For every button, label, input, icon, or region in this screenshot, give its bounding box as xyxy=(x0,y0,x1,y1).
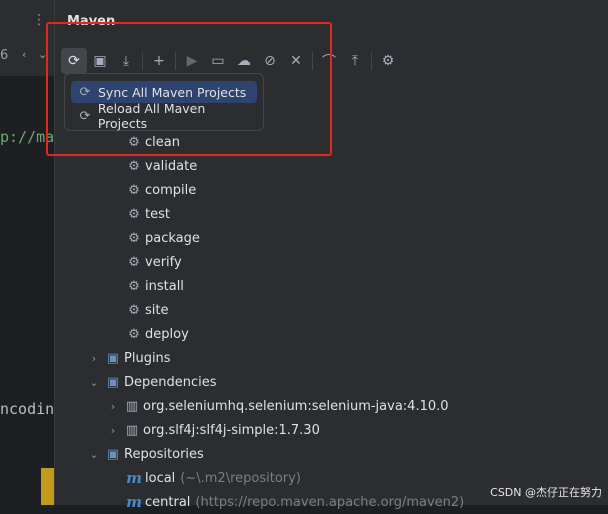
menu-item-label: Sync All Maven Projects xyxy=(98,84,247,100)
tree-item-install[interactable]: ⚙ install xyxy=(126,274,184,298)
chevron-down-icon[interactable]: ⌄ xyxy=(87,376,101,389)
tree-item-repository[interactable]: m local (~\.m2\repository) xyxy=(126,466,301,490)
tree-item-verify[interactable]: ⚙ verify xyxy=(126,250,182,274)
tree-item-label: verify xyxy=(145,254,182,270)
menu-item-sync-all[interactable]: ⟳ Sync All Maven Projects xyxy=(71,81,257,103)
gear-icon: ⚙ xyxy=(128,278,140,294)
watermark: CSDN @杰仔正在努力 xyxy=(490,486,602,499)
tree-item-label: Plugins xyxy=(124,350,171,366)
plugins-folder-icon: ▣ xyxy=(106,350,120,366)
tree-item-dependencies[interactable]: ⌄ ▣ Dependencies xyxy=(87,370,217,394)
maven-icon: m xyxy=(126,493,142,511)
gear-icon: ⚙ xyxy=(128,158,140,174)
tree-item-label: test xyxy=(145,206,170,222)
gear-icon: ⚙ xyxy=(128,326,140,342)
chevron-right-icon[interactable]: › xyxy=(87,352,101,365)
sync-popup-menu: ⟳ Sync All Maven Projects ⟳ Reload All M… xyxy=(64,73,264,131)
repositories-folder-icon: ▣ xyxy=(106,446,120,462)
tree-item-label: clean xyxy=(145,134,180,150)
editor-pane: ⋮ 6 ‹ ⌄ p://ma ncodin xyxy=(0,0,55,505)
repository-path: (https://repo.maven.apache.org/maven2) xyxy=(195,494,465,510)
tree-item-label: validate xyxy=(145,158,198,174)
tree-item-dependency[interactable]: › ▥ org.slf4j:slf4j-simple:1.7.30 xyxy=(106,418,320,442)
tree-item-validate[interactable]: ⚙ validate xyxy=(126,154,197,178)
editor-tab-bar: ⋮ 6 ‹ ⌄ xyxy=(0,0,55,76)
tree-item-test[interactable]: ⚙ test xyxy=(126,202,170,226)
tree-item-deploy[interactable]: ⚙ deploy xyxy=(126,322,189,346)
tree-item-label: install xyxy=(145,278,184,294)
reload-icon: ⟳ xyxy=(79,108,91,124)
code-text: ncodin xyxy=(0,400,55,418)
menu-item-label: Reload All Maven Projects xyxy=(97,101,206,131)
tree-item-label: central xyxy=(145,494,191,510)
tree-item-dependency[interactable]: › ▥ org.seleniumhq.selenium:selenium-jav… xyxy=(106,394,449,418)
tree-item-package[interactable]: ⚙ package xyxy=(126,226,200,250)
chevron-left-icon[interactable]: ‹ xyxy=(22,48,26,61)
gear-icon: ⚙ xyxy=(128,302,140,318)
chevron-down-icon[interactable]: ⌄ xyxy=(38,48,47,61)
menu-item-reload-all[interactable]: ⟳ Reload All Maven Projects xyxy=(71,101,257,131)
chevron-down-icon[interactable]: ⌄ xyxy=(87,448,101,461)
tree-item-repositories[interactable]: ⌄ ▣ Repositories xyxy=(87,442,204,466)
tree-item-label: Dependencies xyxy=(124,374,217,390)
more-options-icon[interactable]: ⋮ xyxy=(32,12,46,28)
gear-icon: ⚙ xyxy=(128,254,140,270)
gear-icon: ⚙ xyxy=(128,182,140,198)
library-icon: ▥ xyxy=(125,398,139,414)
maven-icon: m xyxy=(126,469,142,487)
gear-icon: ⚙ xyxy=(128,206,140,222)
repository-path: (~\.m2\repository) xyxy=(180,470,301,486)
sync-icon: ⟳ xyxy=(79,84,91,100)
tree-item-label: site xyxy=(145,302,169,318)
gutter-marker xyxy=(41,468,55,505)
tab-count: 6 xyxy=(0,48,9,63)
tree-item-label: org.slf4j:slf4j-simple:1.7.30 xyxy=(143,422,320,438)
tree-item-label: org.seleniumhq.selenium:selenium-java:4.… xyxy=(143,398,449,414)
dependencies-folder-icon: ▣ xyxy=(106,374,120,390)
tree-item-label: Repositories xyxy=(124,446,204,462)
tree-item-clean[interactable]: ⚙ clean xyxy=(126,130,180,154)
gear-icon: ⚙ xyxy=(128,134,140,150)
library-icon: ▥ xyxy=(125,422,139,438)
tree-item-label: package xyxy=(145,230,200,246)
gear-icon: ⚙ xyxy=(128,230,140,246)
tree-item-compile[interactable]: ⚙ compile xyxy=(126,178,196,202)
tree-item-label: local xyxy=(145,470,176,486)
chevron-right-icon[interactable]: › xyxy=(106,424,120,437)
chevron-right-icon[interactable]: › xyxy=(106,400,120,413)
code-text: p://ma xyxy=(0,128,55,146)
tree-item-site[interactable]: ⚙ site xyxy=(126,298,168,322)
tree-item-plugins[interactable]: › ▣ Plugins xyxy=(87,346,171,370)
tree-item-label: compile xyxy=(145,182,197,198)
tree-item-repository[interactable]: m central (https://repo.maven.apache.org… xyxy=(126,490,464,514)
tree-item-label: deploy xyxy=(145,326,189,342)
